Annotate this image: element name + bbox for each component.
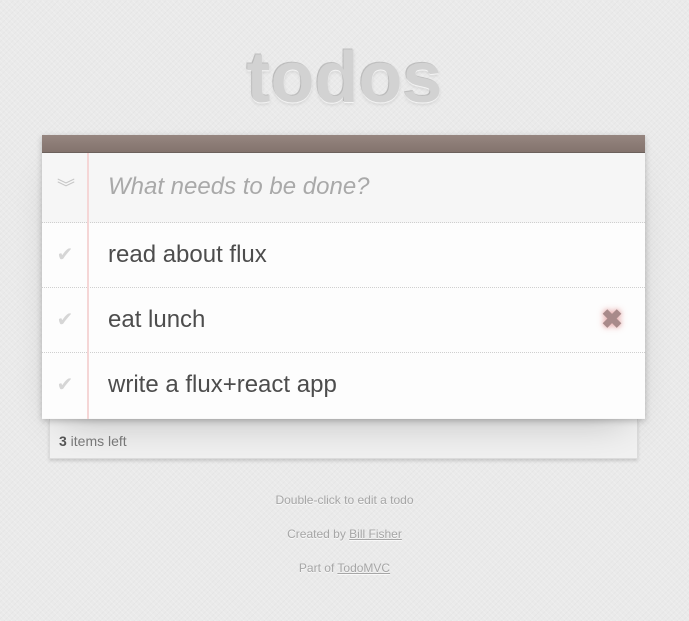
- edit-hint: Double-click to edit a todo: [275, 493, 414, 507]
- todo-item[interactable]: ✔ eat lunch ✖: [42, 288, 645, 353]
- app-title: todos: [246, 38, 443, 118]
- check-icon[interactable]: ✔: [52, 305, 78, 335]
- todomvc-link[interactable]: TodoMVC: [337, 561, 390, 575]
- card-header-bar: [42, 135, 645, 153]
- todo-item[interactable]: ✔ write a flux+react app: [42, 353, 645, 418]
- todo-count-suffix: items left: [66, 433, 127, 449]
- new-todo-input[interactable]: [102, 167, 622, 207]
- check-icon[interactable]: ✔: [52, 240, 78, 270]
- todo-count-number: 3: [59, 433, 67, 449]
- todo-card: ︾ ✔ read about flux ✔ eat lunch ✖ ✔ writ…: [42, 135, 645, 419]
- new-todo-row: ︾: [42, 153, 645, 223]
- part-of-prefix: Part of: [298, 561, 338, 575]
- todo-item[interactable]: ✔ read about flux: [42, 223, 645, 288]
- todo-label[interactable]: eat lunch: [108, 305, 205, 335]
- part-of: Part of TodoMVC: [0, 560, 689, 576]
- author-link[interactable]: Bill Fisher: [349, 527, 402, 541]
- todo-count: 3 items left: [59, 432, 127, 450]
- margin-line: [87, 153, 89, 419]
- double-chevron-down-icon[interactable]: ︾: [54, 173, 78, 203]
- footer-sheet: [49, 419, 638, 459]
- todo-label[interactable]: write a flux+react app: [108, 370, 337, 400]
- created-by: Created by Bill Fisher: [0, 526, 689, 542]
- check-icon[interactable]: ✔: [52, 370, 78, 400]
- created-by-prefix: Created by: [287, 527, 350, 541]
- todo-label[interactable]: read about flux: [108, 240, 267, 270]
- close-icon[interactable]: ✖: [598, 305, 626, 333]
